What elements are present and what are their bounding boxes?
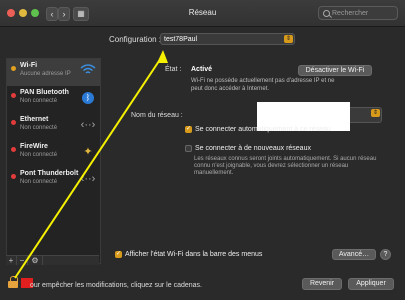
help-button[interactable]: ? (380, 249, 391, 260)
ask-new-networks-label: Se connecter à de nouveaux réseaux (195, 145, 311, 152)
status-value: Activé (191, 66, 213, 73)
configuration-select[interactable]: test78Paul ⇕ (160, 33, 295, 45)
configuration-label: Configuration : (109, 35, 162, 44)
service-name: PAN Bluetooth (20, 89, 69, 96)
known-networks-note: Les réseaux connus seront joints automat… (194, 156, 377, 176)
service-item-wifi[interactable]: Wi-Fi Aucune adresse IP (7, 59, 100, 86)
auto-join-label: Se connecter automatiquement à ce réseau (195, 126, 331, 133)
service-item-ethernet[interactable]: Ethernet Non connecté ‹··› (7, 113, 100, 140)
service-name: FireWire (20, 143, 48, 150)
service-name: Pont Thunderbolt (20, 170, 79, 177)
status-dot (11, 66, 16, 71)
search-placeholder: Rechercher (332, 10, 369, 17)
status-dot (11, 120, 16, 125)
gear-icon[interactable]: ⚙ (28, 256, 43, 265)
apply-button[interactable]: Appliquer (348, 278, 394, 290)
service-list-toolbar: + − ⚙ (6, 255, 99, 265)
remove-service-button[interactable]: − (17, 256, 28, 265)
show-wifi-menu-checkbox[interactable]: ✓ (115, 251, 122, 258)
service-item-thunderbolt-bridge[interactable]: Pont Thunderbolt Non connecté ‹··› (7, 167, 100, 194)
service-name: Wi-Fi (20, 62, 38, 69)
ask-new-networks-checkbox[interactable] (185, 145, 192, 152)
add-service-button[interactable]: + (6, 256, 17, 265)
network-preferences-window: ‹ › ▦ Réseau Rechercher Configuration : … (0, 0, 405, 300)
firewire-icon: ✦ (83, 146, 93, 158)
wifi-icon (80, 63, 96, 79)
turn-wifi-off-button[interactable]: Désactiver le Wi-Fi (298, 65, 372, 76)
bluetooth-icon: ᛒ (82, 92, 94, 104)
revert-button[interactable]: Revenir (302, 278, 342, 290)
configuration-value: test78Paul (164, 36, 198, 43)
status-description: Wi-Fi ne possède actuellement pas d'adre… (191, 78, 335, 92)
show-wifi-menu-label: Afficher l'état Wi-Fi dans la barre des … (125, 251, 263, 258)
ethernet-icon: ‹··› (80, 119, 96, 131)
service-status: Non connecté (20, 98, 58, 104)
service-status: Non connecté (20, 179, 58, 185)
lock-icon[interactable] (8, 276, 18, 288)
service-status: Aucune adresse IP (20, 71, 71, 77)
service-name: Ethernet (20, 116, 49, 123)
service-list: Wi-Fi Aucune adresse IP PAN Bluetooth No… (6, 58, 101, 264)
search-field[interactable]: Rechercher (318, 6, 398, 20)
search-icon (323, 10, 330, 17)
chevron-updown-icon: ⇕ (371, 109, 380, 117)
service-item-pan-bluetooth[interactable]: PAN Bluetooth Non connecté ᛒ (7, 86, 100, 113)
service-item-firewire[interactable]: FireWire Non connecté ✦ (7, 140, 100, 167)
status-dot (11, 147, 16, 152)
lock-message: our empêcher les modifications, cliquez … (30, 282, 202, 289)
chevron-updown-icon: ⇕ (284, 35, 293, 43)
advanced-button[interactable]: Avancé… (332, 249, 376, 260)
status-dot (11, 93, 16, 98)
service-status: Non connecté (20, 152, 58, 158)
title-bar: ‹ › ▦ Réseau Rechercher (0, 0, 405, 27)
status-dot (11, 174, 16, 179)
network-name-label: Nom du réseau : (131, 112, 183, 119)
thunderbolt-bridge-icon: ‹··› (80, 173, 96, 185)
status-label: État : (165, 66, 182, 73)
auto-join-checkbox[interactable]: ✓ (185, 126, 192, 133)
wifi-detail-panel: État : Activé Désactiver le Wi-Fi Wi-Fi … (103, 58, 397, 267)
service-status: Non connecté (20, 125, 58, 131)
